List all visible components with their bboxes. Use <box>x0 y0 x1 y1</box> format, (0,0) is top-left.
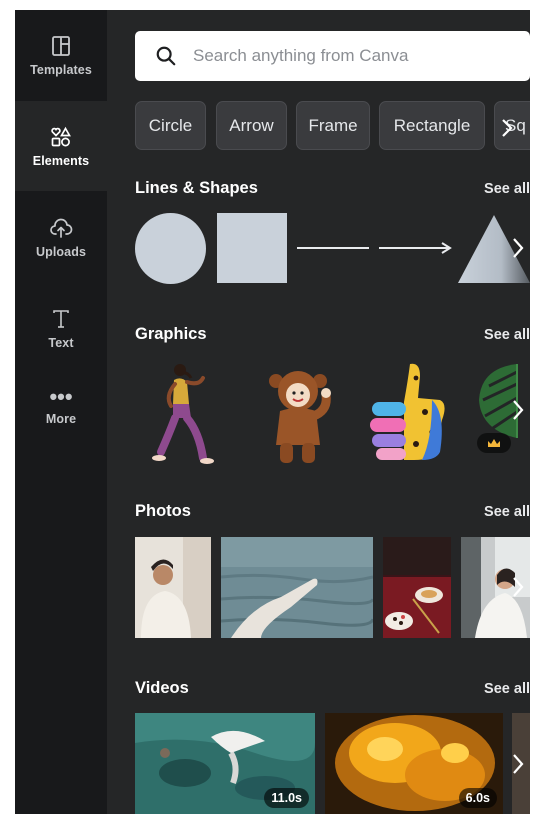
sidebar-item-templates[interactable]: Templates <box>15 10 107 100</box>
chevron-right-icon <box>513 238 524 258</box>
sidebar: Templates Elements Uploads Text ••• More <box>15 10 107 814</box>
chip-circle[interactable]: Circle <box>135 101 206 150</box>
sidebar-item-elements[interactable]: Elements <box>15 101 107 191</box>
chevron-right-icon <box>502 119 513 137</box>
see-all-videos[interactable]: See all <box>484 681 530 697</box>
chip-frame[interactable]: Frame <box>296 101 370 150</box>
elements-icon <box>51 126 71 146</box>
graphic-dancing-woman[interactable] <box>147 360 227 464</box>
circle-shape[interactable] <box>135 213 206 284</box>
photos-next-arrow[interactable] <box>506 567 530 607</box>
video-yellow-ink[interactable]: 6.0s <box>325 713 503 814</box>
section-title-shapes: Lines & Shapes <box>135 179 258 197</box>
chip-arrow[interactable]: Arrow <box>216 101 287 150</box>
sidebar-item-label: Elements <box>32 153 90 168</box>
premium-badge <box>477 433 511 453</box>
section-title-graphics: Graphics <box>135 325 207 343</box>
shapes-next-arrow[interactable] <box>506 228 530 268</box>
graphics-next-arrow[interactable] <box>506 390 530 430</box>
chip-rectangle[interactable]: Rectangle <box>379 101 485 150</box>
photo-hand-water[interactable] <box>221 537 373 638</box>
sidebar-item-label: Uploads <box>35 244 86 259</box>
see-all-photos[interactable]: See all <box>484 504 530 520</box>
graphic-bear-costume[interactable] <box>262 365 342 465</box>
sidebar-item-label: Templates <box>30 62 92 77</box>
line-shape[interactable] <box>297 243 369 253</box>
videos-next-arrow[interactable] <box>506 744 530 784</box>
search-bar[interactable] <box>135 31 530 81</box>
content-area: Circle Arrow Frame Rectangle Sq Lines & … <box>107 10 530 814</box>
chevron-right-icon <box>513 577 524 597</box>
sidebar-item-uploads[interactable]: Uploads <box>15 192 107 282</box>
elements-panel: Templates Elements Uploads Text ••• More… <box>15 10 530 814</box>
sidebar-item-more[interactable]: ••• More <box>15 364 107 454</box>
crown-icon <box>488 439 500 447</box>
shapes-row <box>135 213 530 285</box>
see-all-shapes[interactable]: See all <box>484 181 530 197</box>
video-seagull-water[interactable]: 11.0s <box>135 713 315 814</box>
section-title-videos: Videos <box>135 679 189 697</box>
arrow-shape[interactable] <box>379 240 453 256</box>
sidebar-item-text[interactable]: Text <box>15 283 107 373</box>
video-duration-badge: 6.0s <box>458 788 497 808</box>
video-duration-badge: 11.0s <box>264 788 309 808</box>
more-icon: ••• <box>49 383 73 409</box>
templates-icon <box>52 35 70 56</box>
upload-cloud-icon <box>50 218 73 238</box>
photo-woman-portrait[interactable] <box>135 537 211 638</box>
search-icon <box>156 46 176 66</box>
chevron-right-icon <box>513 400 524 420</box>
sidebar-item-label: More <box>45 411 77 426</box>
photo-food-table[interactable] <box>383 537 451 638</box>
suggestion-chips: Circle Arrow Frame Rectangle Sq <box>135 101 530 152</box>
sidebar-item-label: Text <box>48 335 74 350</box>
graphic-thumbs-up[interactable] <box>370 360 452 464</box>
chevron-right-icon <box>513 754 524 774</box>
square-shape[interactable] <box>217 213 287 283</box>
search-input[interactable] <box>191 45 530 67</box>
chips-next-arrow[interactable] <box>492 113 522 143</box>
see-all-graphics[interactable]: See all <box>484 327 530 343</box>
text-icon <box>53 309 69 328</box>
section-title-photos: Photos <box>135 502 191 520</box>
